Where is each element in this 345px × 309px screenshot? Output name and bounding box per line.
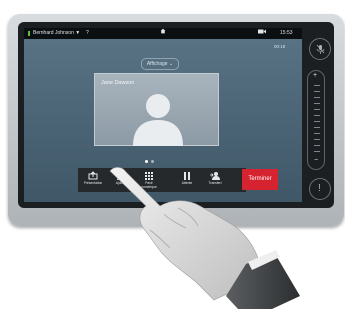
pointing-hand-illustration xyxy=(109,167,300,309)
